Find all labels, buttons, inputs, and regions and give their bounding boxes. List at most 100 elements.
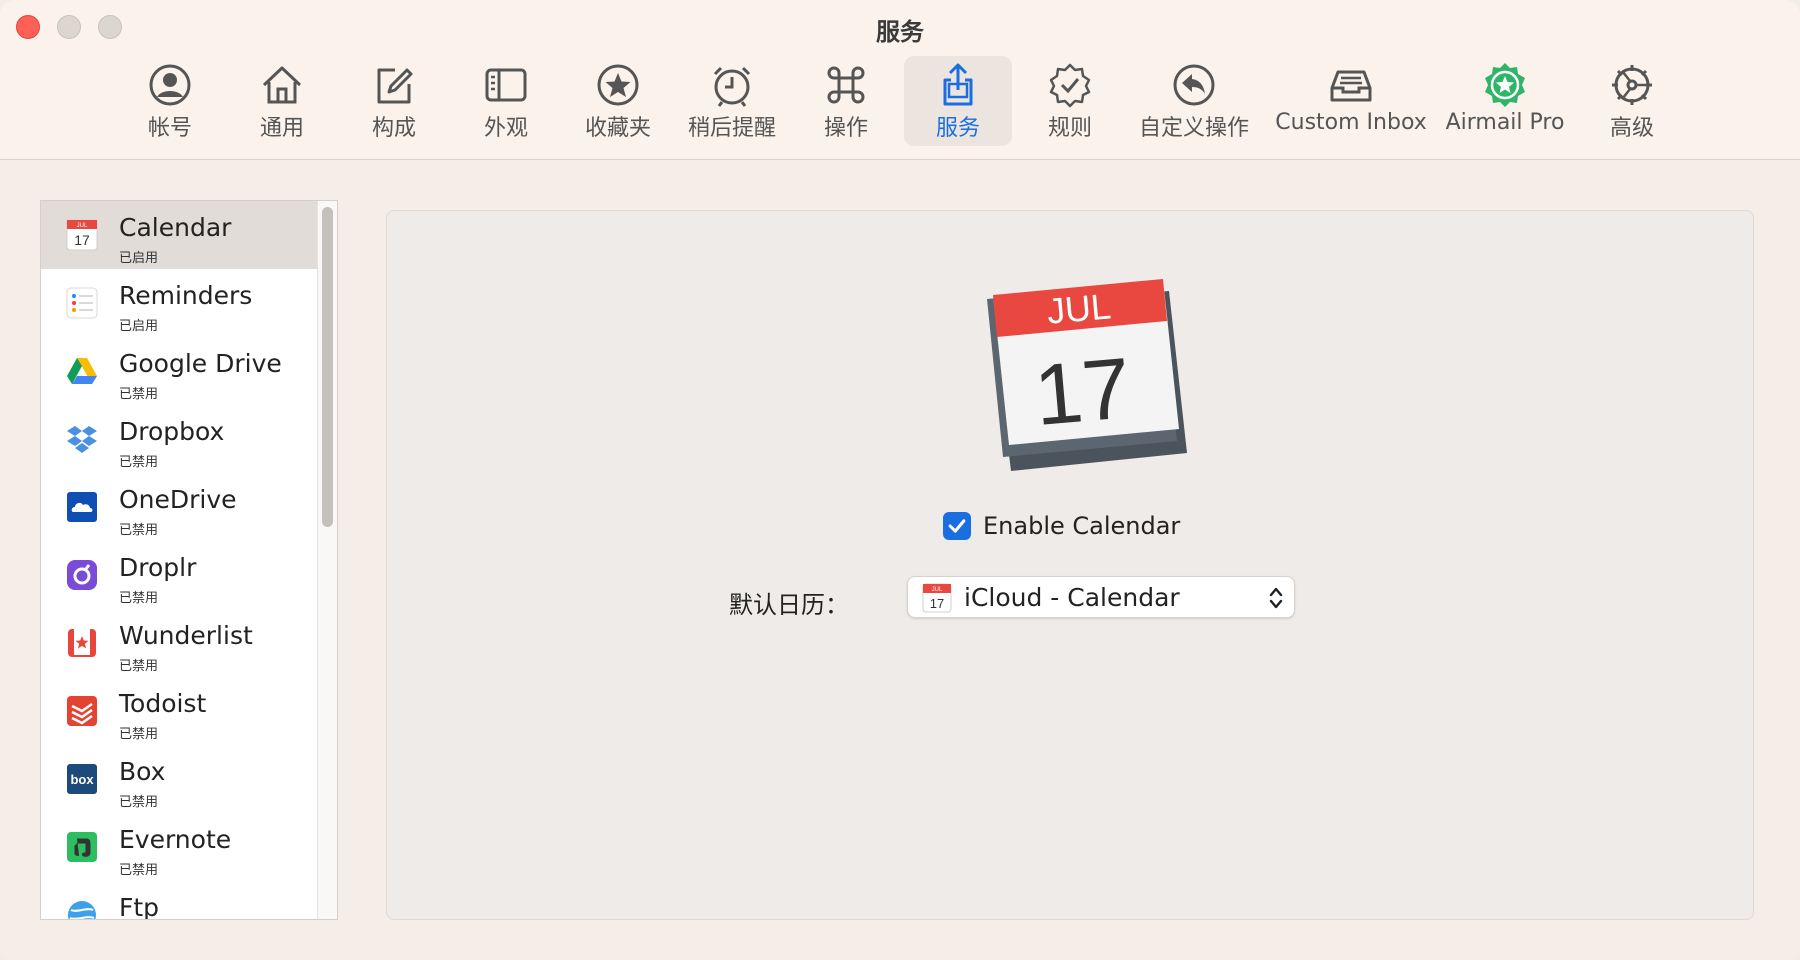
chevron-updown-icon: [1269, 587, 1283, 609]
calendar-month: JUL: [1045, 285, 1112, 331]
tab-favorites[interactable]: 收藏夹: [568, 56, 668, 146]
service-name: Reminders: [119, 281, 253, 310]
service-name: Dropbox: [119, 417, 225, 446]
service-status: 已禁用: [119, 727, 159, 742]
tab-label: Airmail Pro: [1445, 110, 1565, 135]
compose-icon: [377, 68, 413, 104]
sidebar-scrollbar[interactable]: [317, 201, 337, 919]
checkmark-icon: [948, 519, 966, 533]
house-icon: [262, 66, 302, 104]
service-name: Ftp: [119, 893, 160, 920]
tab-rules[interactable]: 规则: [1020, 56, 1120, 146]
service-status: 已禁用: [119, 591, 159, 606]
tab-label: Custom Inbox: [1275, 110, 1427, 135]
tab-general[interactable]: 通用: [232, 56, 332, 146]
preferences-window: 服务 帐号 通用 构成 外观 收藏夹 稍后提醒 操作 服务 规则 自定义操作 C…: [0, 0, 1800, 960]
share-icon: [943, 63, 973, 106]
default-calendar-label: 默认日历：: [729, 591, 849, 619]
airmail-pro-badge-icon: [1485, 63, 1525, 107]
tab-label: 构成: [371, 116, 416, 141]
enable-row: Enable Calendar: [943, 511, 1180, 541]
list-item-wunderlist[interactable]: Wunderlist 已禁用: [41, 609, 317, 677]
list-item-reminders[interactable]: Reminders 已启用: [41, 269, 317, 337]
tab-account[interactable]: 帐号: [120, 56, 220, 146]
tab-custom-inbox[interactable]: Custom Inbox: [1275, 56, 1427, 146]
list-item-dropbox[interactable]: Dropbox 已禁用: [41, 405, 317, 473]
list-item-onedrive[interactable]: OneDrive 已禁用: [41, 473, 317, 541]
svg-text:JUL: JUL: [77, 223, 88, 229]
reply-arrow-icon: [1173, 64, 1215, 106]
reminders-icon: [65, 286, 99, 320]
tab-custom-actions[interactable]: 自定义操作: [1134, 56, 1254, 146]
select-value: iCloud - Calendar: [964, 583, 1180, 612]
checkmark-seal-icon: [1049, 63, 1091, 108]
dropbox-icon: [65, 422, 99, 456]
list-item-ftp[interactable]: Ftp: [41, 881, 317, 920]
list-item-droplr[interactable]: Droplr 已禁用: [41, 541, 317, 609]
todoist-icon: [65, 694, 99, 728]
tab-snooze[interactable]: 稍后提醒: [678, 56, 786, 146]
service-status: 已禁用: [119, 659, 159, 674]
tab-actions[interactable]: 操作: [796, 56, 896, 146]
service-name: OneDrive: [119, 485, 237, 514]
list-item-box[interactable]: box Box 已禁用: [41, 745, 317, 813]
list-item-calendar[interactable]: JUL 17 Calendar 已启用: [41, 201, 317, 269]
service-name: Box: [119, 757, 166, 786]
droplr-icon: [65, 558, 99, 592]
default-calendar-select[interactable]: JUL 17 iCloud - Calendar: [907, 576, 1295, 618]
list-item-todoist[interactable]: Todoist 已禁用: [41, 677, 317, 745]
tab-label: 自定义操作: [1138, 116, 1249, 141]
command-key-icon: [827, 66, 865, 104]
tab-compose[interactable]: 构成: [344, 56, 444, 146]
onedrive-icon: [65, 490, 99, 524]
service-status: 已启用: [119, 319, 159, 334]
service-status: 已禁用: [119, 387, 159, 402]
service-status: 已启用: [119, 251, 159, 266]
tab-label: 外观: [483, 116, 528, 141]
toolbar: 服务 帐号 通用 构成 外观 收藏夹 稍后提醒 操作 服务 规则 自定义操作 C…: [0, 0, 1800, 160]
service-status: 已禁用: [119, 863, 159, 878]
wunderlist-icon: [65, 626, 99, 660]
calendar-app-icon: JUL 17: [987, 279, 1187, 471]
window-title: 服务: [876, 18, 924, 46]
calendar-icon: JUL 17: [922, 583, 952, 613]
tab-services[interactable]: 服务: [904, 56, 1012, 146]
svg-text:17: 17: [74, 232, 90, 248]
tab-advanced[interactable]: 高级: [1582, 56, 1682, 146]
service-status: 已禁用: [119, 455, 159, 470]
tab-airmail-pro[interactable]: Airmail Pro: [1440, 56, 1570, 146]
list-item-google-drive[interactable]: Google Drive 已禁用: [41, 337, 317, 405]
tab-label: 规则: [1047, 116, 1092, 141]
svg-text:box: box: [70, 772, 94, 787]
box-icon: box: [65, 762, 99, 796]
tab-label: 操作: [823, 116, 868, 141]
evernote-icon: [65, 830, 99, 864]
tab-appearance[interactable]: 外观: [456, 56, 556, 146]
enable-checkbox[interactable]: [943, 512, 971, 540]
preferences-tabs: 帐号 通用 构成 外观 收藏夹 稍后提醒 操作 服务 规则 自定义操作 Cust…: [0, 56, 1800, 146]
service-detail-panel: JUL 17 Enable Calendar 默认日历： JUL 17 iClo…: [386, 210, 1754, 920]
sidebar-layout-icon: [485, 68, 527, 102]
mini-calendar-month: JUL: [932, 587, 943, 593]
tab-label: 服务: [935, 116, 980, 141]
tab-label: 收藏夹: [584, 116, 651, 141]
scrollbar-thumb[interactable]: [322, 207, 333, 527]
star-circle-icon: [597, 64, 639, 106]
person-circle-icon: [149, 64, 191, 106]
service-status: 已禁用: [119, 795, 159, 810]
tab-label: 通用: [259, 116, 304, 141]
tab-label: 高级: [1609, 116, 1654, 141]
tab-label: 稍后提醒: [687, 116, 776, 141]
service-name: Google Drive: [119, 349, 282, 378]
service-name: Wunderlist: [119, 621, 253, 650]
inbox-tray-icon: [1330, 70, 1372, 102]
gear-icon: [1612, 65, 1652, 105]
tab-label: 帐号: [147, 116, 192, 141]
list-item-evernote[interactable]: Evernote 已禁用: [41, 813, 317, 881]
calendar-day: 17: [1031, 340, 1135, 444]
ftp-globe-icon: [65, 898, 99, 919]
calendar-icon: JUL 17: [65, 218, 99, 252]
google-drive-icon: [65, 354, 99, 388]
enable-label: Enable Calendar: [983, 512, 1181, 540]
service-name: Droplr: [119, 553, 197, 582]
